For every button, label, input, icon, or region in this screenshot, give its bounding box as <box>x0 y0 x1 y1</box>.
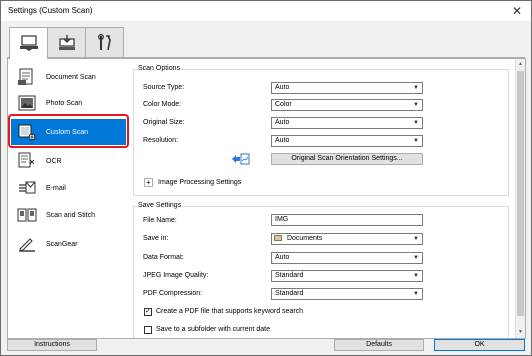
sidebar-item-label: Document Scan <box>46 73 96 81</box>
original-size-value: Auto <box>275 119 290 126</box>
chevron-down-icon: ▼ <box>413 120 419 126</box>
chevron-down-icon: ▼ <box>413 291 419 297</box>
chevron-down-icon: ▼ <box>413 236 419 242</box>
color-mode-select[interactable]: Color ▼ <box>271 99 423 111</box>
pdf-compression-label: PDF Compression: <box>143 290 203 297</box>
sidebar-item-document-scan[interactable]: Document Scan <box>11 64 126 90</box>
sidebar-item-label: OCR <box>46 157 62 165</box>
scroll-thumb[interactable] <box>517 71 524 316</box>
scan-from-panel-tab[interactable] <box>47 27 86 58</box>
tools-icon <box>97 34 111 51</box>
sidebar-item-scangear[interactable]: ScanGear <box>11 231 126 257</box>
pdf-compression-select[interactable]: Standard ▼ <box>271 288 423 300</box>
scan-from-computer-tab[interactable] <box>9 27 48 59</box>
keyword-pdf-label[interactable]: Create a PDF file that supports keyword … <box>156 308 303 315</box>
defaults-button[interactable]: Defaults <box>334 339 424 351</box>
jpeg-quality-value: Standard <box>275 272 304 279</box>
color-mode-label: Color Mode: <box>143 101 182 108</box>
source-type-value: Auto <box>275 84 290 91</box>
photo-scan-icon <box>16 93 38 113</box>
pdf-compression-value: Standard <box>275 290 304 297</box>
settings-panel: ▲ ▼ Scan Options Source Type: Auto ▼ Col… <box>129 58 526 339</box>
sidebar-item-label: Photo Scan <box>46 99 83 107</box>
selection-highlight <box>8 114 129 148</box>
expand-icon[interactable]: + <box>144 178 153 187</box>
source-type-label: Source Type: <box>143 84 185 91</box>
folder-icon <box>274 235 282 242</box>
orientation-settings-button[interactable]: Original Scan Orientation Settings... <box>271 153 423 165</box>
sidebar-item-email[interactable]: E-mail <box>11 175 126 201</box>
jpeg-quality-label: JPEG Image Quality: <box>143 272 209 279</box>
resolution-value: Auto <box>275 137 290 144</box>
document-scan-icon <box>16 67 38 87</box>
chevron-down-icon: ▼ <box>413 273 419 279</box>
file-name-value: IMG <box>275 216 289 223</box>
data-format-value: Auto <box>275 254 290 261</box>
subfolder-label[interactable]: Save to a subfolder with current date <box>156 326 270 333</box>
source-type-select[interactable]: Auto ▼ <box>271 82 423 94</box>
save-in-value: Documents <box>286 235 323 242</box>
sidebar-item-photo-scan[interactable]: Photo Scan <box>11 90 126 116</box>
instructions-button[interactable]: Instructions <box>7 339 97 351</box>
window-title: Settings (Custom Scan) <box>8 6 93 15</box>
chevron-down-icon: ▼ <box>413 138 419 144</box>
sidebar-item-ocr[interactable]: OCR <box>11 148 126 174</box>
scangear-icon <box>16 234 38 254</box>
scroll-up-icon[interactable]: ▲ <box>516 60 525 69</box>
file-name-label: File Name: <box>143 217 177 224</box>
scan-stitch-icon <box>16 205 38 225</box>
chevron-down-icon: ▼ <box>413 102 419 108</box>
scroll-down-icon[interactable]: ▼ <box>516 328 525 337</box>
chevron-down-icon: ▼ <box>413 255 419 261</box>
data-format-select[interactable]: Auto ▼ <box>271 252 423 264</box>
subfolder-checkbox[interactable] <box>144 326 152 334</box>
scan-options-title: Scan Options <box>137 65 182 72</box>
save-in-select[interactable]: Documents ▼ <box>271 233 423 245</box>
title-bar: Settings (Custom Scan) ✕ <box>1 1 531 21</box>
email-icon <box>16 178 38 198</box>
image-processing-label[interactable]: Image Processing Settings <box>158 179 241 186</box>
vertical-scrollbar[interactable]: ▲ ▼ <box>515 59 525 338</box>
original-size-select[interactable]: Auto ▼ <box>271 117 423 129</box>
save-in-label: Save in: <box>143 235 169 242</box>
save-settings-title: Save Settings <box>137 202 183 209</box>
ocr-icon <box>16 151 38 171</box>
file-name-input[interactable]: IMG <box>271 214 423 226</box>
sidebar-item-label: ScanGear <box>46 240 78 248</box>
close-icon[interactable]: ✕ <box>510 4 524 18</box>
keyword-pdf-checkbox[interactable] <box>144 307 152 316</box>
sidebar-item-label: Scan and Stitch <box>46 211 96 219</box>
chevron-down-icon: ▼ <box>413 85 419 91</box>
resolution-select[interactable]: Auto ▼ <box>271 135 423 147</box>
settings-window: Settings (Custom Scan) ✕ Document Scan P… <box>0 0 532 356</box>
sidebar-item-scan-stitch[interactable]: Scan and Stitch <box>11 202 126 228</box>
scan-type-sidebar: Document Scan Photo Scan Custom Scan OCR… <box>7 58 130 339</box>
panel-scan-icon <box>58 35 75 50</box>
general-settings-tab[interactable] <box>85 27 124 58</box>
jpeg-quality-select[interactable]: Standard ▼ <box>271 270 423 282</box>
data-format-label: Data Format: <box>143 254 184 261</box>
sidebar-item-label: E-mail <box>46 184 66 192</box>
color-mode-value: Color <box>275 101 292 108</box>
ok-button[interactable]: OK <box>434 339 525 351</box>
computer-scan-icon <box>19 34 38 51</box>
original-size-label: Original Size: <box>143 119 185 126</box>
resolution-label: Resolution: <box>143 137 179 144</box>
orientation-icon <box>230 152 250 168</box>
